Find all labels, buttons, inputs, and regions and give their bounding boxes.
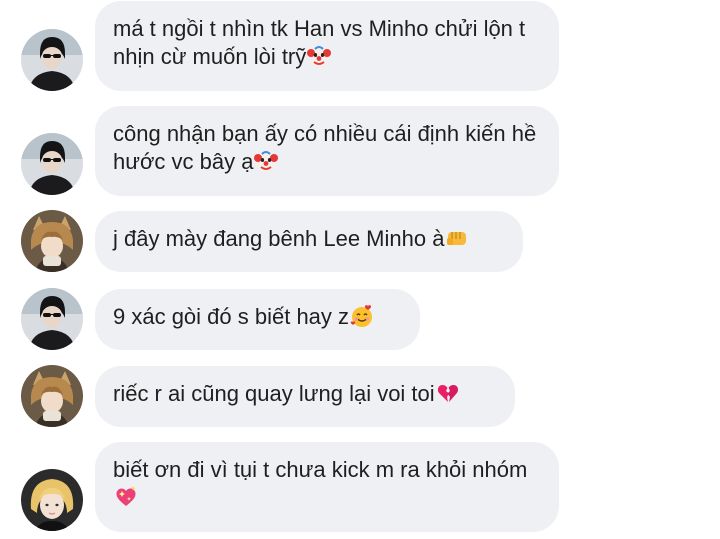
avatar-sunglasses-icon[interactable] [21,133,83,195]
avatar-sunglasses-icon[interactable] [21,29,83,91]
message-text: riếc r ai cũng quay lưng lại voi toi [113,381,435,406]
message-text: j đây mày đang bênh Lee Minho à [113,226,445,251]
avatar-sunglasses-icon[interactable] [21,288,83,350]
message-bubble[interactable]: biết ơn đi vì tụi t chưa kick m ra khỏi … [95,442,559,532]
chat-thread: má t ngồi t nhìn tk Han vs Minho chửi lộ… [0,0,720,539]
message-bubble[interactable]: má t ngồi t nhìn tk Han vs Minho chửi lộ… [95,1,559,91]
avatar-blonde-icon[interactable] [21,469,83,531]
broken-heart-icon [436,381,460,405]
oncoming-fist-icon [445,226,469,250]
message-text: 9 xác gòi đó s biết hay z [113,304,350,329]
message-bubble[interactable]: công nhận bạn ấy có nhiều cái định kiến … [95,106,559,196]
message-bubble[interactable]: riếc r ai cũng quay lưng lại voi toi [95,366,515,427]
message-text: biết ơn đi vì tụi t chưa kick m ra khỏi … [113,457,528,482]
message-bubble[interactable]: 9 xác gòi đó s biết hay z [95,289,420,350]
message-text: công nhận bạn ấy có nhiều cái định kiến … [113,121,543,174]
clown-face-icon [307,44,332,68]
avatar-cat-ears-icon[interactable] [21,365,83,427]
sparkling-heart-icon [114,485,138,509]
smiling-face-with-hearts-icon [350,304,374,328]
message-bubble[interactable]: j đây mày đang bênh Lee Minho à [95,211,523,272]
clown-face-icon [254,149,279,173]
avatar-cat-ears-icon[interactable] [21,210,83,272]
